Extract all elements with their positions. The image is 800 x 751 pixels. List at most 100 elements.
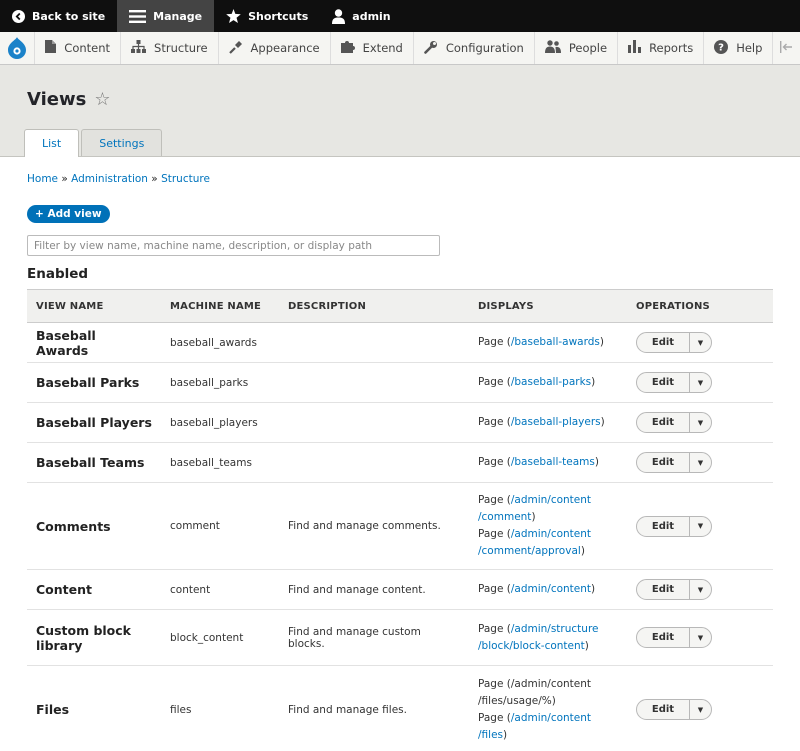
breadcrumb-administration[interactable]: Administration	[71, 173, 148, 185]
dropdown-toggle-button[interactable]: ▼	[689, 628, 711, 647]
display-path-link[interactable]: /admin/content	[511, 494, 591, 506]
table-row: Baseball Players baseball_players Page (/b…	[27, 402, 773, 443]
display-path-link[interactable]: /files	[478, 729, 503, 741]
filter-views-input[interactable]	[27, 235, 440, 256]
edit-button[interactable]: Edit	[637, 333, 689, 352]
display-line: Page (/admin/content	[478, 676, 618, 693]
table-row: Custom block library block_content Find an…	[27, 609, 773, 666]
collapse-tray-button[interactable]	[772, 32, 800, 64]
display-text: Page (	[478, 416, 511, 428]
display-path-link[interactable]: /baseball-players	[511, 416, 601, 428]
view-displays: Page (/baseball-teams)	[469, 442, 627, 483]
display-text: )	[503, 728, 508, 741]
display-text: )	[591, 376, 596, 388]
display-path-link[interactable]: /block/block-content	[478, 640, 585, 652]
edit-button[interactable]: Edit	[637, 413, 689, 432]
operations-dropbutton: Edit ▼	[636, 412, 712, 433]
dropdown-toggle-button[interactable]: ▼	[689, 580, 711, 599]
display-line: Page (/admin/content)	[478, 581, 618, 598]
paintbrush-icon	[228, 40, 243, 57]
edit-button[interactable]: Edit	[637, 628, 689, 647]
bar-chart-icon	[628, 40, 642, 56]
edit-button[interactable]: Edit	[637, 517, 689, 536]
menu-reports[interactable]: Reports	[617, 32, 703, 64]
hamburger-icon	[129, 9, 147, 23]
breadcrumb-structure[interactable]: Structure	[161, 173, 210, 185]
menu-content[interactable]: Content	[34, 32, 120, 64]
breadcrumb-home[interactable]: Home	[27, 173, 58, 185]
display-text: Page (	[478, 622, 511, 635]
display-text: )	[580, 545, 585, 557]
display-path-link[interactable]: /admin/content	[511, 712, 591, 724]
view-operations: Edit ▼	[627, 442, 773, 483]
menu-people[interactable]: People	[533, 32, 617, 64]
page-title-text: Views	[27, 89, 87, 110]
dropdown-toggle-button[interactable]: ▼	[689, 453, 711, 472]
tab-settings[interactable]: Settings	[81, 129, 163, 156]
add-view-button[interactable]: + Add view	[27, 205, 110, 223]
display-text: Page (	[478, 528, 511, 540]
edit-button[interactable]: Edit	[637, 580, 689, 599]
view-description: Find and manage comments.	[279, 482, 469, 570]
display-path-link[interactable]: /admin/structure	[511, 623, 599, 635]
view-name: Custom block library	[27, 609, 161, 666]
display-line: Page (/baseball-players)	[478, 414, 618, 431]
dropdown-toggle-button[interactable]: ▼	[689, 333, 711, 352]
machine-name: baseball_teams	[161, 442, 279, 483]
shortcuts-tab[interactable]: Shortcuts	[214, 0, 320, 32]
display-path-link[interactable]: /comment	[478, 511, 531, 523]
menu-configuration[interactable]: Configuration	[412, 32, 534, 64]
tab-list[interactable]: List	[24, 129, 80, 157]
puzzle-icon	[340, 40, 355, 56]
user-tab[interactable]: admin	[320, 0, 402, 32]
col-machine-name: MACHINE NAME	[161, 289, 279, 323]
view-description: Find and manage content.	[279, 569, 469, 610]
edit-button[interactable]: Edit	[637, 453, 689, 472]
operations-dropbutton: Edit ▼	[636, 579, 712, 600]
view-displays: Page (/baseball-parks)	[469, 362, 627, 403]
table-row: Baseball Parks baseball_parks Page (/baseb…	[27, 362, 773, 403]
view-description: Find and manage files.	[279, 665, 469, 751]
display-text: Page (	[478, 494, 511, 506]
display-path-link[interactable]: /admin/content	[511, 528, 591, 540]
operations-dropbutton: Edit ▼	[636, 372, 712, 393]
display-path-link[interactable]: /baseball-awards	[511, 336, 600, 348]
back-to-site-link[interactable]: Back to site	[0, 0, 117, 32]
menu-appearance[interactable]: Appearance	[217, 32, 330, 64]
display-path-link[interactable]: /comment/approval	[478, 545, 581, 557]
dropdown-toggle-button[interactable]: ▼	[689, 700, 711, 719]
table-row: Comments comment Find and manage comments.…	[27, 482, 773, 570]
operations-dropbutton: Edit ▼	[636, 515, 712, 537]
display-path-link[interactable]: /baseball-teams	[511, 456, 595, 468]
add-shortcut-star-icon[interactable]: ☆	[94, 89, 110, 110]
collapse-left-icon	[780, 40, 793, 56]
dropdown-toggle-button[interactable]: ▼	[689, 516, 711, 536]
menu-help[interactable]: ? Help	[703, 32, 772, 64]
display-text: )	[584, 639, 589, 652]
dropdown-toggle-button[interactable]: ▼	[689, 413, 711, 432]
view-displays: Page (/admin/content/comment) Page (/admi…	[469, 482, 627, 570]
view-name: Content	[27, 569, 161, 610]
view-displays: Page (/baseball-awards)	[469, 322, 627, 363]
display-path-link[interactable]: /baseball-parks	[511, 376, 591, 388]
menu-structure[interactable]: Structure	[120, 32, 218, 64]
display-text: Page (	[478, 336, 511, 348]
view-name: Baseball Awards	[27, 322, 161, 363]
display-path-link[interactable]: /admin/content	[511, 583, 591, 595]
help-icon: ?	[714, 39, 729, 57]
machine-name: content	[161, 569, 279, 610]
manage-tab[interactable]: Manage	[117, 0, 215, 32]
machine-name: baseball_players	[161, 402, 279, 443]
edit-button[interactable]: Edit	[637, 373, 689, 392]
operations-dropbutton: Edit ▼	[636, 627, 712, 648]
menu-extend[interactable]: Extend	[329, 32, 413, 64]
dropdown-toggle-button[interactable]: ▼	[689, 373, 711, 392]
drupal-logo-icon[interactable]	[0, 32, 34, 64]
view-operations: Edit ▼	[627, 322, 773, 363]
view-operations: Edit ▼	[627, 609, 773, 666]
edit-button[interactable]: Edit	[637, 700, 689, 719]
display-text: Page (	[478, 456, 511, 468]
view-operations: Edit ▼	[627, 482, 773, 570]
table-header-row: VIEW NAME MACHINE NAME DESCRIPTION DISPL…	[27, 289, 773, 323]
display-text: Page (	[478, 376, 511, 388]
